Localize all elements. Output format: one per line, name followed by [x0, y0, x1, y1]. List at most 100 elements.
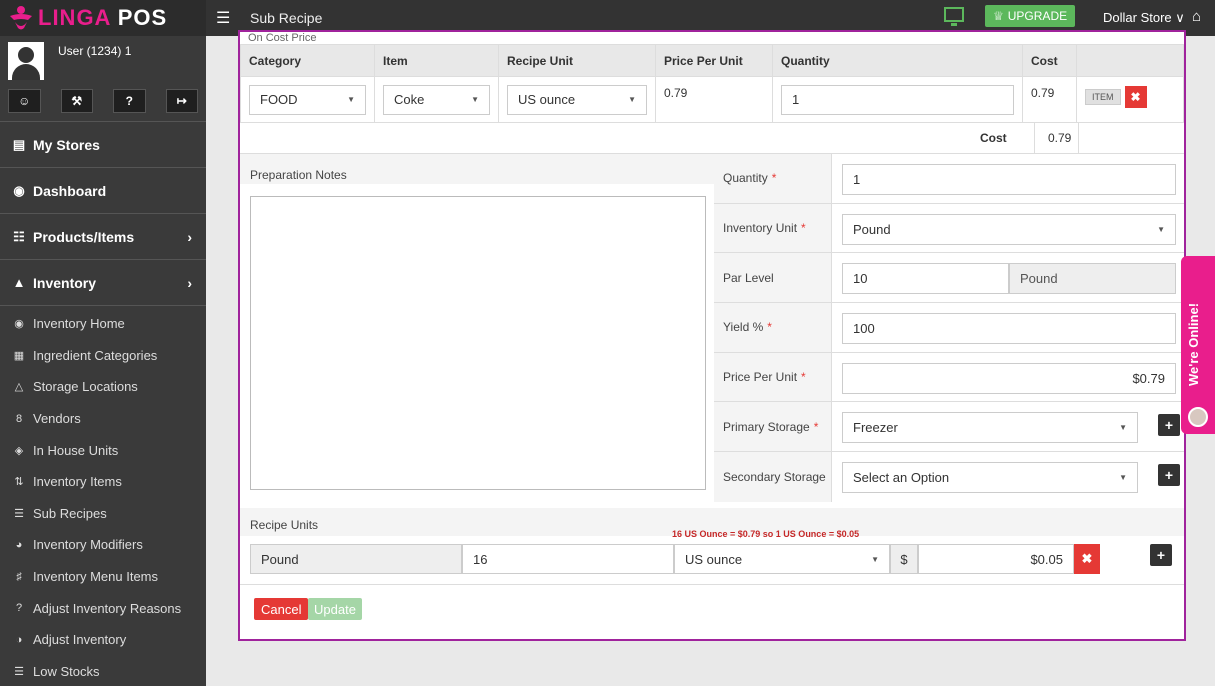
logo-text: LINGA POS — [38, 5, 168, 30]
col-header-item: Item — [374, 44, 499, 77]
price-per-unit-input[interactable]: $0.79 — [842, 362, 1176, 394]
recipe-unit-qty-input[interactable]: 16 — [462, 544, 674, 574]
add-secondary-storage-button[interactable]: + — [1158, 464, 1180, 487]
user-box: User (1234) 1 — [0, 36, 206, 86]
inventory-unit-select[interactable]: Pound ▼ — [842, 213, 1176, 245]
prep-notes-label: Preparation Notes — [250, 168, 347, 182]
recipe-form: Quantity * 1 Inventory Unit * Pound ▼ Par L… — [714, 154, 1184, 502]
form-quantity-input[interactable]: 1 — [842, 164, 1176, 195]
form-row-inventory-unit: Inventory Unit * Pound ▼ — [714, 203, 1184, 254]
avatar[interactable] — [8, 42, 44, 80]
recipe-unit-price-input[interactable]: $0.05 — [918, 544, 1074, 574]
category-select[interactable]: FOOD ▼ — [249, 84, 366, 115]
nav-sub-inventory-menu-items[interactable]: ♯ Inventory Menu Items — [0, 561, 206, 593]
coins-icon: ◈ — [14, 444, 24, 457]
primary-storage-select[interactable]: Freezer ▼ — [842, 412, 1138, 444]
chevron-right-icon: › — [187, 274, 192, 291]
prep-notes-textarea[interactable] — [250, 196, 706, 490]
database-icon: ☰ — [14, 665, 24, 678]
nav-sub-sub-recipes[interactable]: ☰ Sub Recipes — [0, 498, 206, 530]
sub-recipe-panel: On Cost Price Category Item Recipe Unit … — [238, 30, 1186, 641]
vendor-icon: 8 — [15, 412, 23, 425]
basket-icon: ☷ — [13, 228, 25, 244]
table-row: FOOD ▼ Coke ▼ US ounce ▼ 0.79 1 0.79 ITEM ✖ — [240, 76, 1184, 123]
chevron-right-icon: › — [187, 228, 192, 245]
store-icon: ▤ — [12, 136, 26, 152]
col-header-quantity: Quantity — [772, 44, 1023, 77]
form-row-secondary-storage: Secondary Storage Select an Option ▼ + — [714, 452, 1184, 502]
main-content: On Cost Price Category Item Recipe Unit … — [206, 30, 1215, 686]
caret-down-icon: ▼ — [1119, 423, 1127, 433]
dashboard-icon: ◉ — [13, 182, 25, 198]
delete-recipe-unit-button[interactable]: ✖ — [1074, 544, 1100, 574]
nav-sub-vendors[interactable]: 8 Vendors — [0, 403, 206, 435]
currency-addon: $ — [890, 544, 918, 574]
chat-label: We're Online! — [1186, 302, 1201, 386]
cost-table: Category Item Recipe Unit Price Per Unit… — [240, 44, 1184, 123]
sliders-icon: ⇅ — [14, 476, 24, 489]
cost-total-value: 0.79 — [1048, 131, 1072, 145]
add-recipe-unit-button[interactable]: + — [1150, 544, 1172, 566]
price-per-unit-cell: 0.79 — [655, 76, 773, 123]
recipe-unit-to-select[interactable]: US ounce ▼ — [674, 544, 890, 574]
form-row-primary-storage: Primary Storage * Freezer ▼ + — [714, 402, 1184, 453]
quantity-input[interactable]: 1 — [781, 84, 1014, 115]
home-icon[interactable]: ⌂ — [1192, 8, 1201, 25]
store-selector[interactable]: Dollar Store ∨ — [1103, 10, 1185, 26]
main-nav: ▤ My Stores ◉ Dashboard ☷ Products/Items › ▲… — [0, 121, 206, 686]
nav-my-stores[interactable]: ▤ My Stores — [0, 122, 206, 168]
nav-sub-ingredient-categories[interactable]: ▦ Ingredient Categories — [0, 340, 206, 372]
update-button[interactable]: Update — [308, 598, 362, 620]
help-icon[interactable]: ? — [113, 89, 146, 113]
delete-row-button[interactable]: ✖ — [1124, 86, 1147, 108]
logo[interactable]: LINGA POS — [0, 0, 206, 36]
page-title: Sub Recipe — [250, 10, 323, 26]
wrench-icon[interactable]: ⚒ — [60, 89, 93, 113]
nav-sub-inventory-items[interactable]: ⇅ Inventory Items — [0, 466, 206, 498]
col-header-category: Category — [240, 44, 375, 77]
nav-sub-adjust-inventory-reasons[interactable]: ? Adjust Inventory Reasons — [0, 592, 206, 624]
cost-total-row: Cost 0.79 — [240, 122, 1184, 154]
question-icon: ? — [15, 602, 23, 615]
upgrade-button[interactable]: ♕ UPGRADE — [985, 5, 1076, 27]
item-select[interactable]: Coke ▼ — [383, 84, 490, 115]
chat-avatar-icon — [1188, 407, 1208, 427]
recipe-unit-row: Pound 16 US ounce ▼ $ $0.05 ✖ + — [250, 544, 1176, 574]
nav-sub-low-stocks[interactable]: ☰ Low Stocks — [0, 656, 206, 686]
secondary-storage-select[interactable]: Select an Option ▼ — [842, 462, 1138, 494]
pie-icon: ◕ — [15, 538, 23, 551]
crown-icon: ♕ — [993, 9, 1004, 23]
grid-icon: ▦ — [13, 349, 25, 362]
nav-sub-inventory-modifiers[interactable]: ◕ Inventory Modifiers — [0, 529, 206, 561]
nav-sub-storage-locations[interactable]: △ Storage Locations — [0, 371, 206, 403]
hamburger-menu-icon[interactable]: ☰ — [216, 8, 236, 28]
nav-inventory[interactable]: ▲ Inventory › — [0, 260, 206, 306]
col-header-cost: Cost — [1022, 44, 1077, 77]
caret-down-icon: ▼ — [1119, 473, 1127, 483]
person-icon[interactable]: ☺ — [8, 89, 41, 113]
user-name: User (1234) 1 — [58, 44, 132, 58]
par-level-input[interactable]: 10 — [842, 263, 1009, 295]
cancel-button[interactable]: Cancel — [254, 598, 309, 620]
nav-dashboard[interactable]: ◉ Dashboard — [0, 168, 206, 214]
user-icon-bar: ☺ ⚒ ? ↦ — [0, 86, 206, 121]
nav-sub-in-house-units[interactable]: ◈ In House Units — [0, 434, 206, 466]
caret-down-icon: ▼ — [347, 95, 355, 104]
caret-down-icon: ▼ — [1157, 224, 1165, 234]
nav-products[interactable]: ☷ Products/Items › — [0, 214, 206, 260]
add-primary-storage-button[interactable]: + — [1158, 414, 1180, 437]
linga-logo-icon — [10, 6, 32, 30]
nav-sub-inventory-home[interactable]: ◉ Inventory Home — [0, 308, 206, 340]
recipe-icon: ☰ — [14, 507, 24, 520]
monitor-icon[interactable] — [944, 7, 964, 26]
recipe-units-note: 16 US Ounce = $0.79 so 1 US Ounce = $0.0… — [672, 529, 860, 539]
cost-section-label: On Cost Price — [248, 32, 317, 44]
recipe-unit-select[interactable]: US ounce ▼ — [507, 84, 647, 115]
logout-icon[interactable]: ↦ — [165, 89, 198, 113]
nav-sub-adjust-inventory[interactable]: ◑ Adjust Inventory — [0, 624, 206, 656]
form-row-par-level: Par Level 10 Pound — [714, 253, 1184, 304]
col-header-recipe-unit: Recipe Unit — [498, 44, 656, 77]
caret-down-icon: ▼ — [628, 95, 636, 104]
yield-input[interactable]: 100 — [842, 313, 1176, 345]
half-circle-icon: ◑ — [15, 633, 23, 646]
